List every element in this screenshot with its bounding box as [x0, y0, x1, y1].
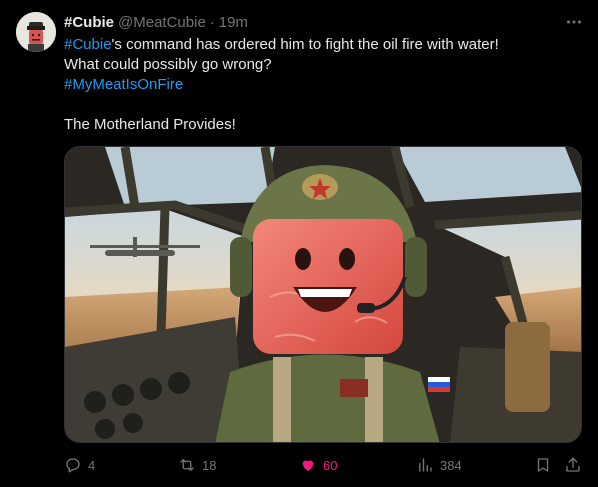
share-icon [566, 457, 580, 472]
tweet-text: #Cubie's command has ordered him to figh… [64, 35, 574, 135]
views-chart-icon [419, 458, 432, 472]
views-count: 384 [440, 457, 462, 473]
tweet-actions: 4 18 60 384 [64, 453, 584, 477]
reply-icon [66, 458, 80, 473]
tweet-line-1-text: 's command has ordered him to fight the … [111, 36, 499, 53]
retweet-icon [180, 459, 194, 471]
more-button[interactable] [564, 12, 584, 32]
tweet-line-5: The Motherland Provides! [64, 116, 236, 133]
display-name[interactable]: #Cubie [64, 14, 114, 31]
cockpit-illustration [65, 147, 581, 442]
hashtag-link[interactable]: #MyMeatIsOnFire [64, 76, 183, 93]
tweet-line-1: #Cubie's command has ordered him to figh… [64, 35, 574, 55]
tweet-image[interactable] [64, 146, 582, 443]
like-count: 60 [323, 457, 338, 473]
tweet-line-3: #MyMeatIsOnFire [64, 75, 574, 95]
share-button[interactable] [564, 456, 582, 474]
retweet-button[interactable]: 18 [178, 456, 216, 474]
bookmark-icon [537, 458, 549, 472]
retweet-count: 18 [202, 457, 217, 473]
more-dots-icon [567, 20, 581, 24]
separator-dot: · [209, 13, 215, 31]
tweet-line-2: What could possibly go wrong? [64, 56, 272, 73]
reply-button[interactable]: 4 [64, 456, 95, 474]
views-button[interactable]: 384 [416, 456, 462, 474]
tweet: #Cubie @MeatCubie · 19m #Cubie's command… [0, 0, 598, 487]
reply-count: 4 [88, 457, 96, 473]
user-handle[interactable]: @MeatCubie [118, 14, 206, 31]
like-button[interactable]: 60 [299, 456, 337, 474]
timestamp[interactable]: 19m [219, 14, 248, 31]
hashtag-link[interactable]: #Cubie [64, 36, 112, 53]
bookmark-button[interactable] [534, 456, 552, 474]
avatar-image [16, 12, 56, 52]
avatar[interactable] [16, 12, 56, 52]
heart-icon [302, 460, 314, 471]
tweet-header: #Cubie @MeatCubie · 19m [64, 12, 248, 32]
